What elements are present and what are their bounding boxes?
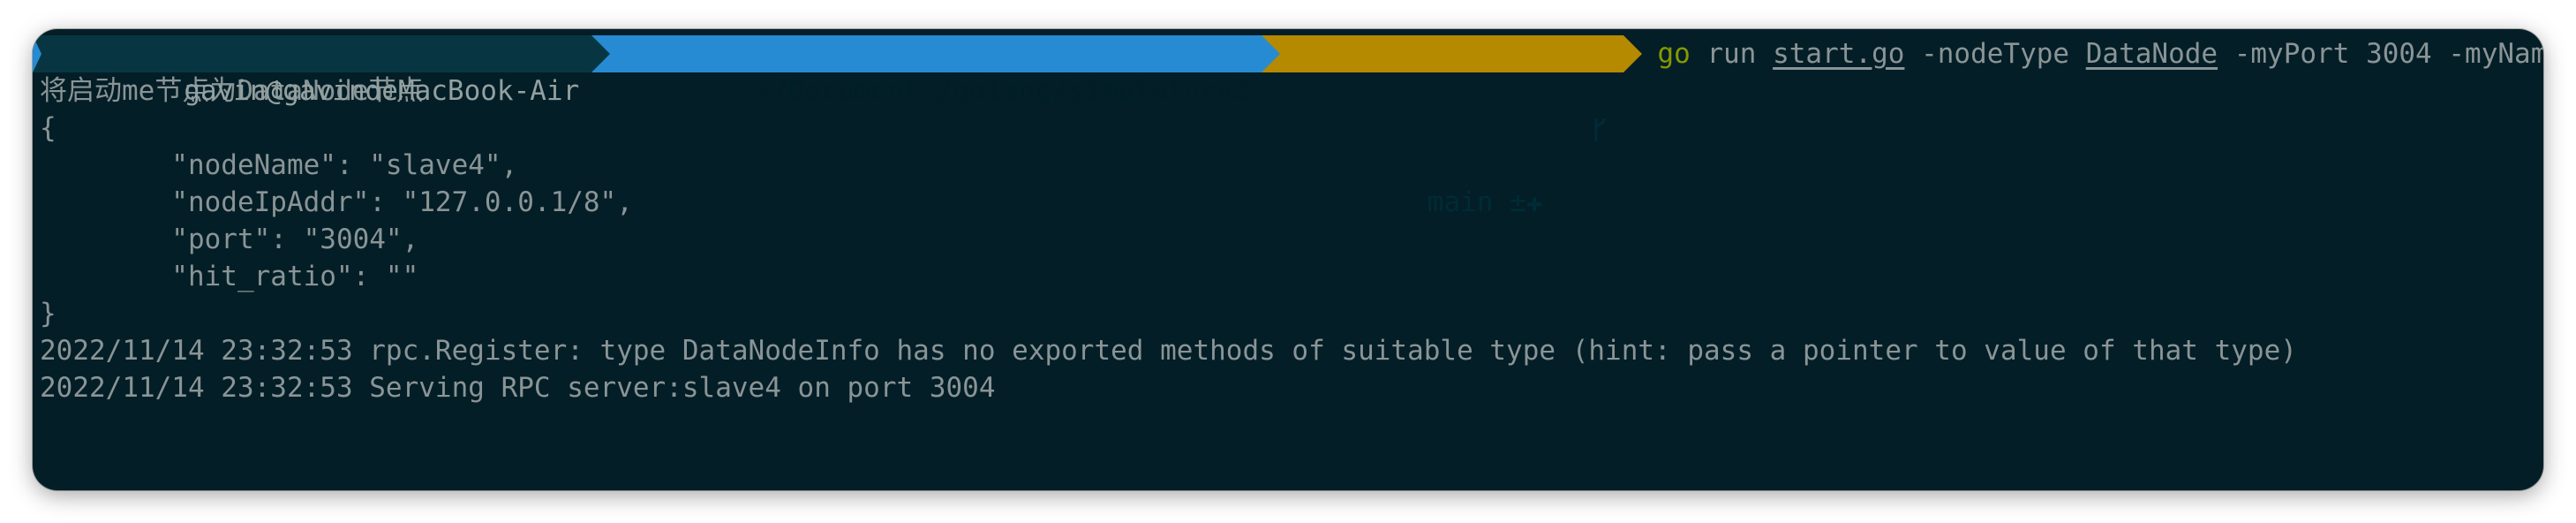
segment-separator-arrow [1623,35,1643,72]
prompt-git-branch: main ±✚ [1427,186,1543,218]
output-line: "hit_ratio": "" [40,261,419,292]
command-flag-myname: -myName [2448,38,2543,70]
output-line: 2022/11/14 23:32:53 rpc.Register: type D… [40,335,2297,367]
prompt-user-host-segment: gavin@gavindeMacBook-Air [33,35,611,107]
command-file: start.go [1773,38,1905,70]
command-flag-myport-value: 3004 [2366,38,2432,70]
command-program: go [1657,38,1691,70]
output-line: 2022/11/14 23:32:53 Serving RPC server:s… [40,372,996,404]
prompt-directory-segment: ~/Documents/golang/simulatorv2 [591,35,1281,107]
segment-separator-arrow [591,35,611,72]
command-flag-myport: -myPort [2233,38,2350,70]
terminal-window[interactable]: gavin@gavindeMacBook-Air ~/Documents/gol… [33,29,2543,490]
command-flag-nodetype: -nodeType [1921,38,2070,70]
prompt-user-host: gavin@gavindeMacBook-Air [184,75,580,107]
output-line: } [40,298,56,330]
prompt-directory: ~/Documents/golang/simulatorv2 [755,75,1250,107]
output-line: "port": "3004", [40,224,419,255]
shell-prompt: gavin@gavindeMacBook-Air ~/Documents/gol… [33,35,2543,218]
command-flag-nodetype-value: DataNode [2085,38,2218,70]
segment-separator-arrow [1262,35,1281,72]
output-line: "nodeName": "slave4", [40,149,518,181]
output-line: "nodeIpAddr": "127.0.0.1/8", [40,186,633,218]
command-line[interactable]: go run start.go -nodeType DataNode -myPo… [1623,38,2543,70]
input-line[interactable] [40,406,2543,443]
command-subcommand: run [1706,38,1757,70]
git-branch-icon [1427,72,1608,184]
output-line: { [40,112,56,144]
prompt-git-segment: main ±✚ [1262,35,1643,218]
terminal-content[interactable]: gavin@gavindeMacBook-Air ~/Documents/gol… [33,35,2543,490]
